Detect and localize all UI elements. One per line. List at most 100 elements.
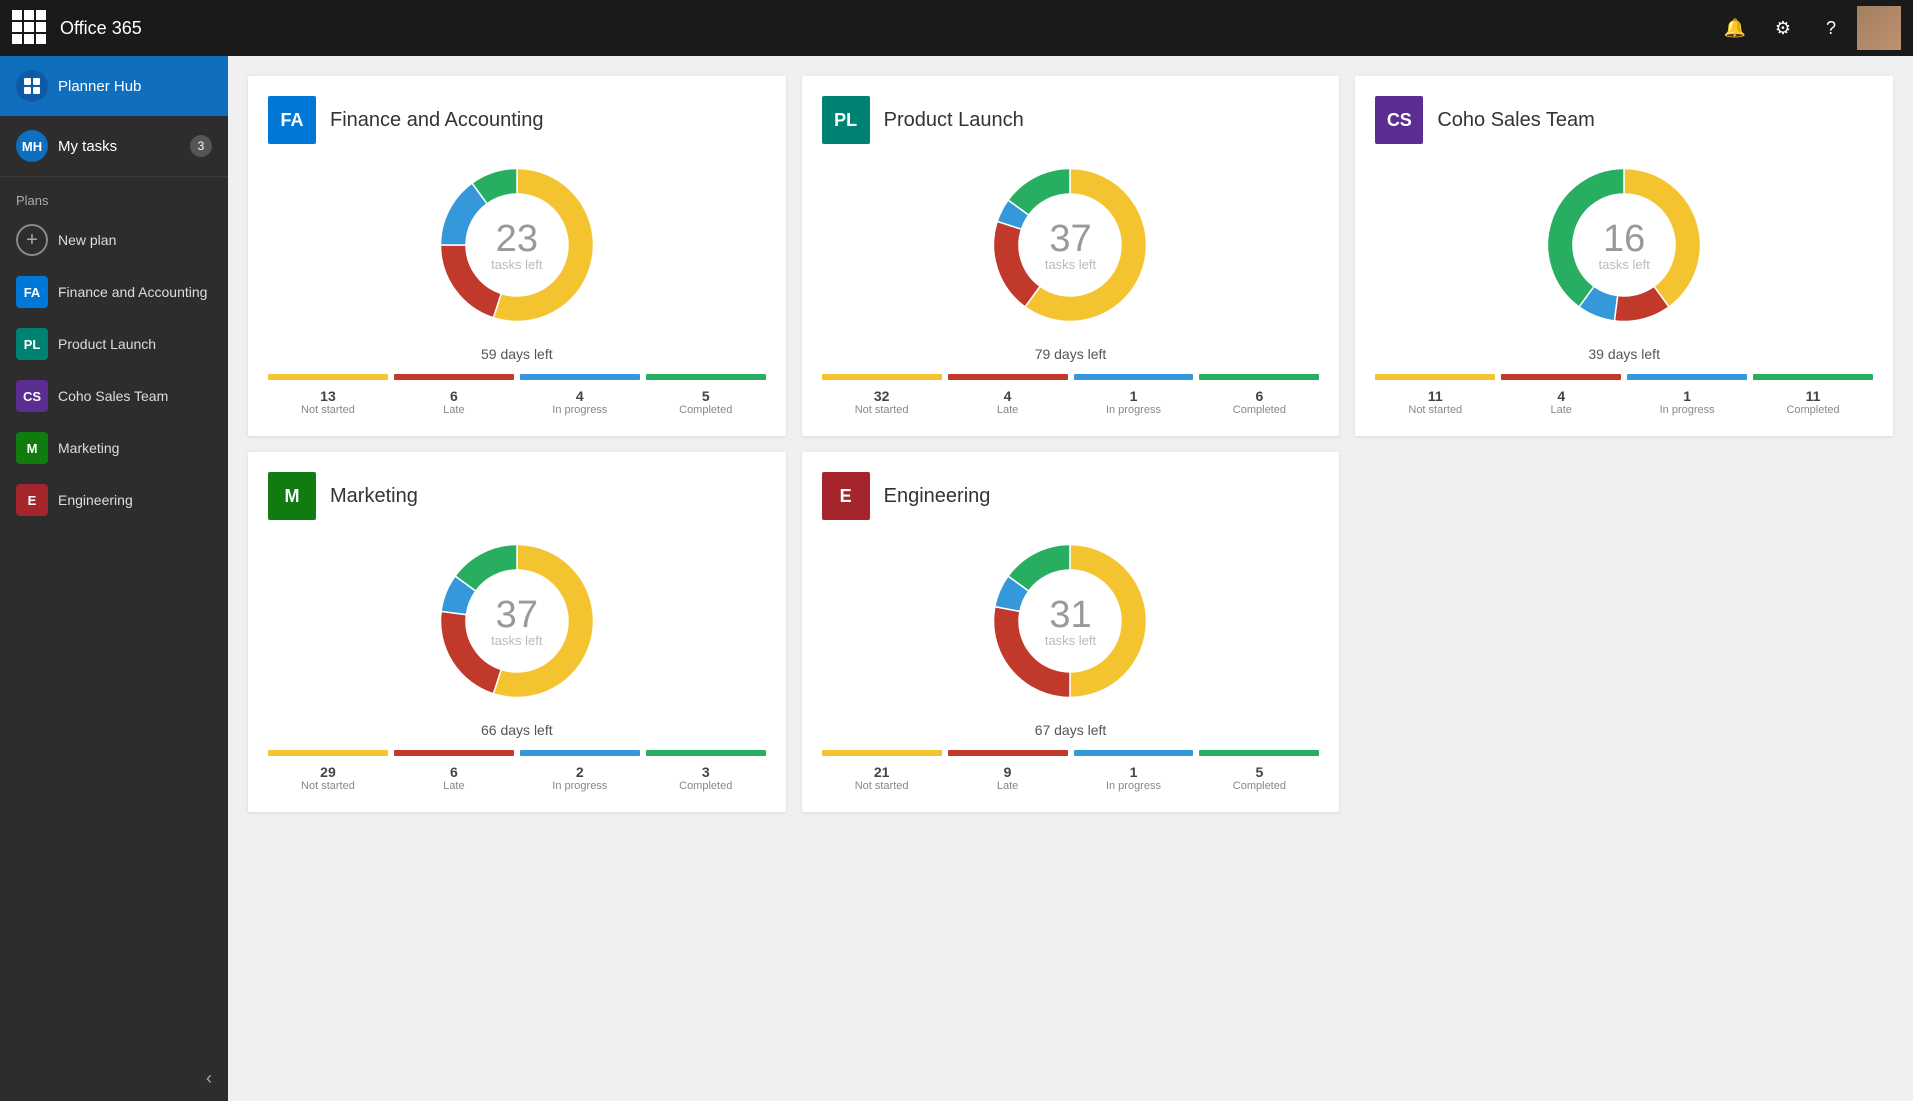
status-bars-marketing bbox=[268, 750, 766, 756]
tasks-left-label-product-launch: tasks left bbox=[1045, 257, 1096, 272]
bar-late-finance bbox=[394, 374, 514, 380]
status-not-started-finance: 13 Not started bbox=[268, 388, 388, 416]
status-not-started-product-launch: 32 Not started bbox=[822, 388, 942, 416]
status-late-marketing: 6 Late bbox=[394, 764, 514, 792]
status-late-finance: 6 Late bbox=[394, 388, 514, 416]
sidebar-item-label-marketing: Marketing bbox=[58, 440, 119, 456]
planner-hub-icon bbox=[16, 70, 48, 102]
donut-chart-product-launch: 37 tasks left bbox=[822, 160, 1320, 330]
my-tasks-label: My tasks bbox=[58, 138, 190, 155]
sidebar: Planner Hub MH My tasks 3 Plans + New pl… bbox=[0, 56, 228, 1101]
bar-completed-product-launch bbox=[1199, 374, 1319, 380]
card-abbr-marketing: M bbox=[268, 472, 316, 520]
topbar-actions: 🔔 ⚙ ? bbox=[1713, 6, 1901, 50]
status-labels-product-launch: 32 Not started 4 Late 1 In progress 6 Co… bbox=[822, 388, 1320, 416]
sidebar-item-label-engineering: Engineering bbox=[58, 492, 133, 508]
status-not-started-engineering: 21 Not started bbox=[822, 764, 942, 792]
days-left-finance: 59 days left bbox=[268, 346, 766, 362]
waffle-icon[interactable] bbox=[12, 10, 48, 46]
app-title: Office 365 bbox=[60, 18, 1713, 39]
status-labels-marketing: 29 Not started 6 Late 2 In progress 3 Co… bbox=[268, 764, 766, 792]
sidebar-item-finance[interactable]: FA Finance and Accounting bbox=[0, 266, 228, 318]
bar-in-progress-product-launch bbox=[1074, 374, 1194, 380]
sidebar-item-marketing[interactable]: M Marketing bbox=[0, 422, 228, 474]
tasks-left-label-coho-sales: tasks left bbox=[1599, 257, 1650, 272]
main-content: FA Finance and Accounting 23 tasks left … bbox=[228, 56, 1913, 1101]
status-completed-product-launch: 6 Completed bbox=[1199, 388, 1319, 416]
plans-section-label: Plans bbox=[0, 177, 228, 214]
status-bars-product-launch bbox=[822, 374, 1320, 380]
card-header-product-launch: PL Product Launch bbox=[822, 96, 1320, 144]
my-tasks-badge: 3 bbox=[190, 135, 212, 157]
planner-hub-item[interactable]: Planner Hub bbox=[0, 56, 228, 116]
status-completed-finance: 5 Completed bbox=[646, 388, 766, 416]
bar-in-progress-coho-sales bbox=[1627, 374, 1747, 380]
new-plan-label: New plan bbox=[58, 232, 116, 248]
tasks-left-number-finance: 23 bbox=[491, 218, 542, 261]
card-header-coho-sales: CS Coho Sales Team bbox=[1375, 96, 1873, 144]
bar-not-started-finance bbox=[268, 374, 388, 380]
sidebar-item-label-finance: Finance and Accounting bbox=[58, 284, 207, 300]
bar-late-product-launch bbox=[948, 374, 1068, 380]
sidebar-item-icon-coho-sales: CS bbox=[16, 380, 48, 412]
bar-late-marketing bbox=[394, 750, 514, 756]
card-header-marketing: M Marketing bbox=[268, 472, 766, 520]
card-title-finance: Finance and Accounting bbox=[330, 109, 544, 132]
card-abbr-finance: FA bbox=[268, 96, 316, 144]
bar-not-started-product-launch bbox=[822, 374, 942, 380]
sidebar-item-label-product-launch: Product Launch bbox=[58, 336, 156, 352]
new-plan-item[interactable]: + New plan bbox=[0, 214, 228, 266]
donut-chart-coho-sales: 16 tasks left bbox=[1375, 160, 1873, 330]
days-left-product-launch: 79 days left bbox=[822, 346, 1320, 362]
sidebar-item-product-launch[interactable]: PL Product Launch bbox=[0, 318, 228, 370]
status-labels-engineering: 21 Not started 9 Late 1 In progress 5 Co… bbox=[822, 764, 1320, 792]
app-layout: Planner Hub MH My tasks 3 Plans + New pl… bbox=[0, 56, 1913, 1101]
my-tasks-item[interactable]: MH My tasks 3 bbox=[0, 116, 228, 177]
settings-gear-button[interactable]: ⚙ bbox=[1761, 6, 1805, 50]
donut-chart-marketing: 37 tasks left bbox=[268, 536, 766, 706]
avatar[interactable] bbox=[1857, 6, 1901, 50]
status-in-progress-marketing: 2 In progress bbox=[520, 764, 640, 792]
bar-completed-marketing bbox=[646, 750, 766, 756]
card-title-marketing: Marketing bbox=[330, 485, 418, 508]
tasks-left-number-marketing: 37 bbox=[491, 594, 542, 637]
bar-completed-finance bbox=[646, 374, 766, 380]
tasks-left-label-marketing: tasks left bbox=[491, 633, 542, 648]
sidebar-item-icon-finance: FA bbox=[16, 276, 48, 308]
status-labels-coho-sales: 11 Not started 4 Late 1 In progress 11 C… bbox=[1375, 388, 1873, 416]
status-in-progress-engineering: 1 In progress bbox=[1074, 764, 1194, 792]
bar-late-engineering bbox=[948, 750, 1068, 756]
bar-in-progress-finance bbox=[520, 374, 640, 380]
status-completed-coho-sales: 11 Completed bbox=[1753, 388, 1873, 416]
plan-card-marketing[interactable]: M Marketing 37 tasks left 66 days left 2… bbox=[248, 452, 786, 812]
days-left-marketing: 66 days left bbox=[268, 722, 766, 738]
status-in-progress-finance: 4 In progress bbox=[520, 388, 640, 416]
my-tasks-avatar: MH bbox=[16, 130, 48, 162]
bar-not-started-engineering bbox=[822, 750, 942, 756]
sidebar-item-coho-sales[interactable]: CS Coho Sales Team bbox=[0, 370, 228, 422]
bar-not-started-marketing bbox=[268, 750, 388, 756]
tasks-left-number-product-launch: 37 bbox=[1045, 218, 1096, 261]
plan-card-product-launch[interactable]: PL Product Launch 37 tasks left 79 days … bbox=[802, 76, 1340, 436]
notification-bell-button[interactable]: 🔔 bbox=[1713, 6, 1757, 50]
sidebar-collapse-button[interactable]: ‹ bbox=[0, 1056, 228, 1101]
donut-chart-finance: 23 tasks left bbox=[268, 160, 766, 330]
bar-late-coho-sales bbox=[1501, 374, 1621, 380]
help-button[interactable]: ? bbox=[1809, 6, 1853, 50]
sidebar-item-icon-marketing: M bbox=[16, 432, 48, 464]
card-title-engineering: Engineering bbox=[884, 485, 991, 508]
tasks-left-number-coho-sales: 16 bbox=[1599, 218, 1650, 261]
topbar: Office 365 🔔 ⚙ ? bbox=[0, 0, 1913, 56]
plan-card-finance[interactable]: FA Finance and Accounting 23 tasks left … bbox=[248, 76, 786, 436]
status-not-started-coho-sales: 11 Not started bbox=[1375, 388, 1495, 416]
sidebar-item-label-coho-sales: Coho Sales Team bbox=[58, 388, 168, 404]
add-plan-icon: + bbox=[16, 224, 48, 256]
bar-completed-engineering bbox=[1199, 750, 1319, 756]
card-abbr-product-launch: PL bbox=[822, 96, 870, 144]
bar-in-progress-engineering bbox=[1074, 750, 1194, 756]
days-left-engineering: 67 days left bbox=[822, 722, 1320, 738]
plan-card-engineering[interactable]: E Engineering 31 tasks left 67 days left… bbox=[802, 452, 1340, 812]
sidebar-item-engineering[interactable]: E Engineering bbox=[0, 474, 228, 526]
status-late-coho-sales: 4 Late bbox=[1501, 388, 1621, 416]
plan-card-coho-sales[interactable]: CS Coho Sales Team 16 tasks left 39 days… bbox=[1355, 76, 1893, 436]
